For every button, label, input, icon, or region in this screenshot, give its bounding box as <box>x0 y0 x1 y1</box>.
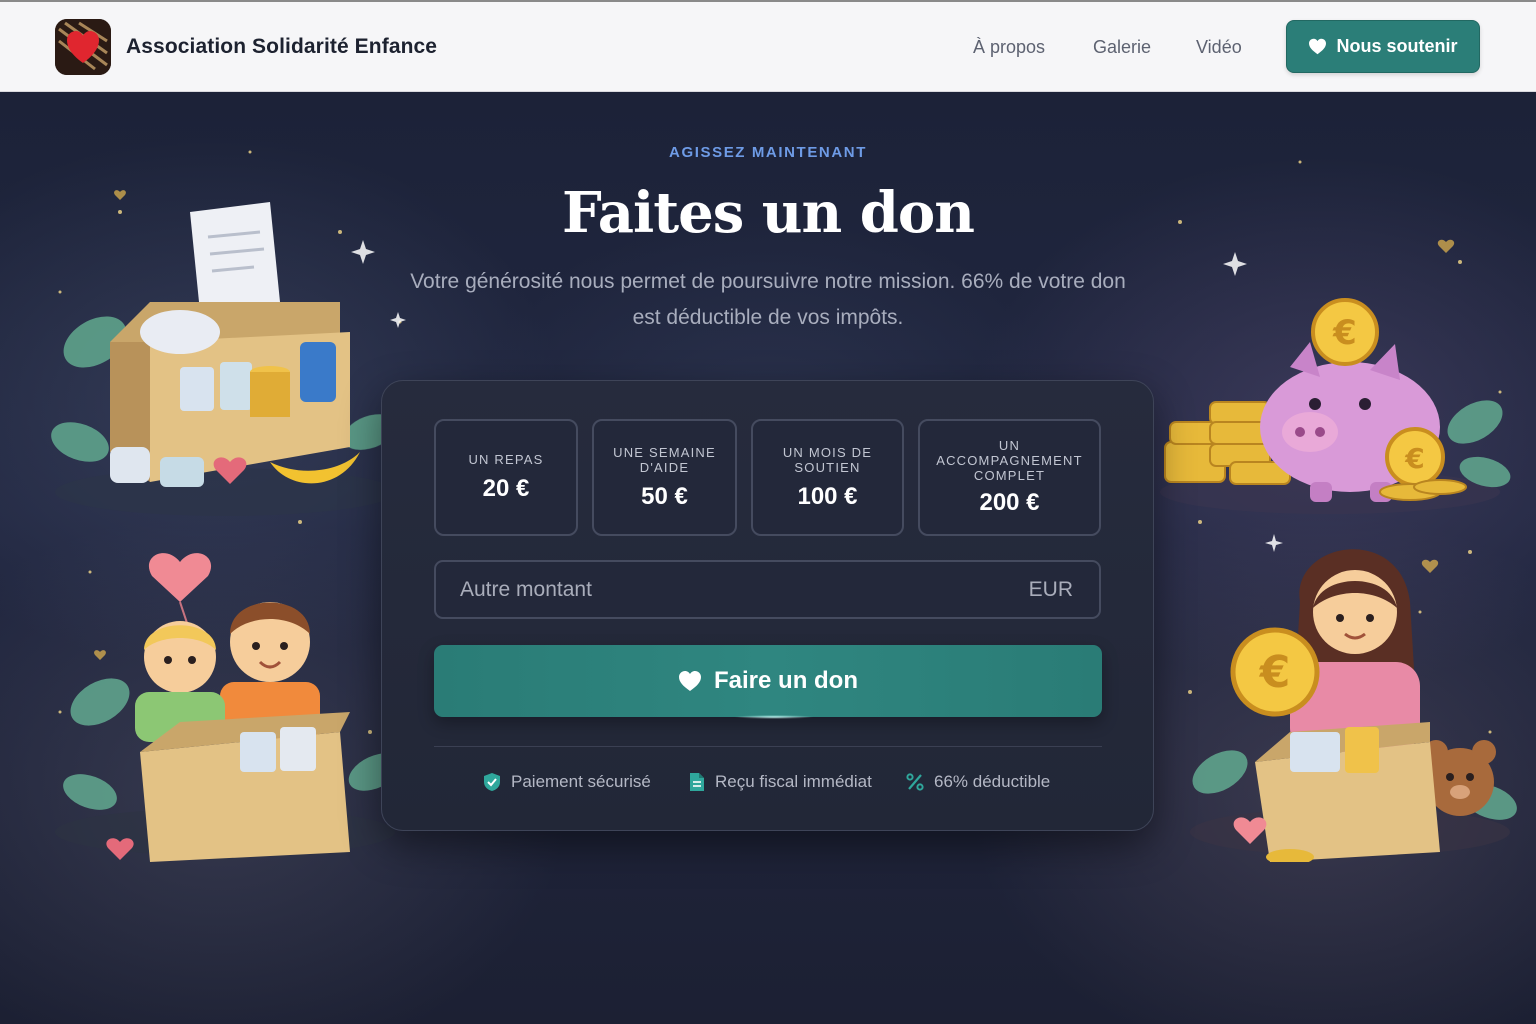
tier-option-accompagnement[interactable]: UN ACCOMPAGNEMENT COMPLET 200 € <box>918 419 1101 536</box>
tier-value: 200 € <box>979 489 1040 516</box>
brand-name: Association Solidarité Enfance <box>126 35 438 58</box>
svg-text:€: € <box>1332 313 1357 353</box>
custom-amount-input[interactable] <box>436 562 1029 617</box>
donate-button-label: Faire un don <box>714 667 858 694</box>
hero-eyebrow: AGISSEZ MAINTENANT <box>669 144 867 161</box>
tier-option-mois[interactable]: UN MOIS DE SOUTIEN 100 € <box>751 419 904 536</box>
nav-link-a-propos[interactable]: À propos <box>973 37 1045 58</box>
support-button-label: Nous soutenir <box>1336 36 1458 56</box>
heart-icon <box>1309 38 1327 55</box>
logo <box>55 19 111 75</box>
feature-deductible: 66% déductible <box>906 772 1050 792</box>
tier-value: 100 € <box>797 482 858 510</box>
feature-label: Paiement sécurisé <box>511 772 651 791</box>
nav-link-video[interactable]: Vidéo <box>1196 37 1242 58</box>
top-navbar: Association Solidarité Enfance À propos … <box>0 0 1536 92</box>
svg-text:€: € <box>1404 442 1424 475</box>
tier-label: UN MOIS DE SOUTIEN <box>782 444 873 475</box>
girl-coin-illustration: € <box>1190 549 1517 862</box>
tier-value: 50 € <box>641 482 688 510</box>
children-box-illustration <box>55 553 402 862</box>
shield-check-icon <box>484 773 500 791</box>
tier-option-repas[interactable]: UN REPAS 20 € <box>434 419 578 536</box>
nav-link-galerie[interactable]: Galerie <box>1093 37 1151 58</box>
feature-secure-payment: Paiement sécurisé <box>483 772 651 792</box>
tier-label: UNE SEMAINE D'AIDE <box>613 444 716 475</box>
button-glow <box>734 715 814 719</box>
currency-label: EUR <box>1028 577 1073 601</box>
feature-list: Paiement sécurisé Reçu fiscal immédiat 6… <box>382 772 1155 802</box>
svg-text:€: € <box>1259 647 1291 698</box>
support-button[interactable]: Nous soutenir <box>1286 20 1480 73</box>
tier-label: UN REPAS <box>468 452 544 467</box>
document-icon <box>690 773 704 791</box>
tier-option-semaine[interactable]: UNE SEMAINE D'AIDE 50 € <box>592 419 737 536</box>
hero-section: € € € AGISSEZ MAINTENANT Faites un don V… <box>0 92 1536 1024</box>
heart-icon <box>679 671 701 691</box>
feature-label: 66% déductible <box>934 772 1051 791</box>
donate-button[interactable]: Faire un don <box>434 645 1102 719</box>
brand[interactable]: Association Solidarité Enfance <box>55 19 437 75</box>
custom-amount-field[interactable]: EUR <box>434 560 1101 619</box>
percent-icon <box>906 773 924 791</box>
donation-card: UN REPAS 20 € UNE SEMAINE D'AIDE 50 € UN… <box>381 380 1154 831</box>
tier-value: 20 € <box>482 475 530 502</box>
feature-tax-receipt: Reçu fiscal immédiat <box>689 772 872 792</box>
page-title: Faites un don <box>562 180 975 246</box>
tier-label: UN ACCOMPAGNEMENT COMPLET <box>936 438 1083 483</box>
hero-subtitle: Votre générosité nous permet de poursuiv… <box>410 270 1126 329</box>
feature-label: Reçu fiscal immédiat <box>715 772 872 791</box>
card-divider <box>434 746 1102 747</box>
